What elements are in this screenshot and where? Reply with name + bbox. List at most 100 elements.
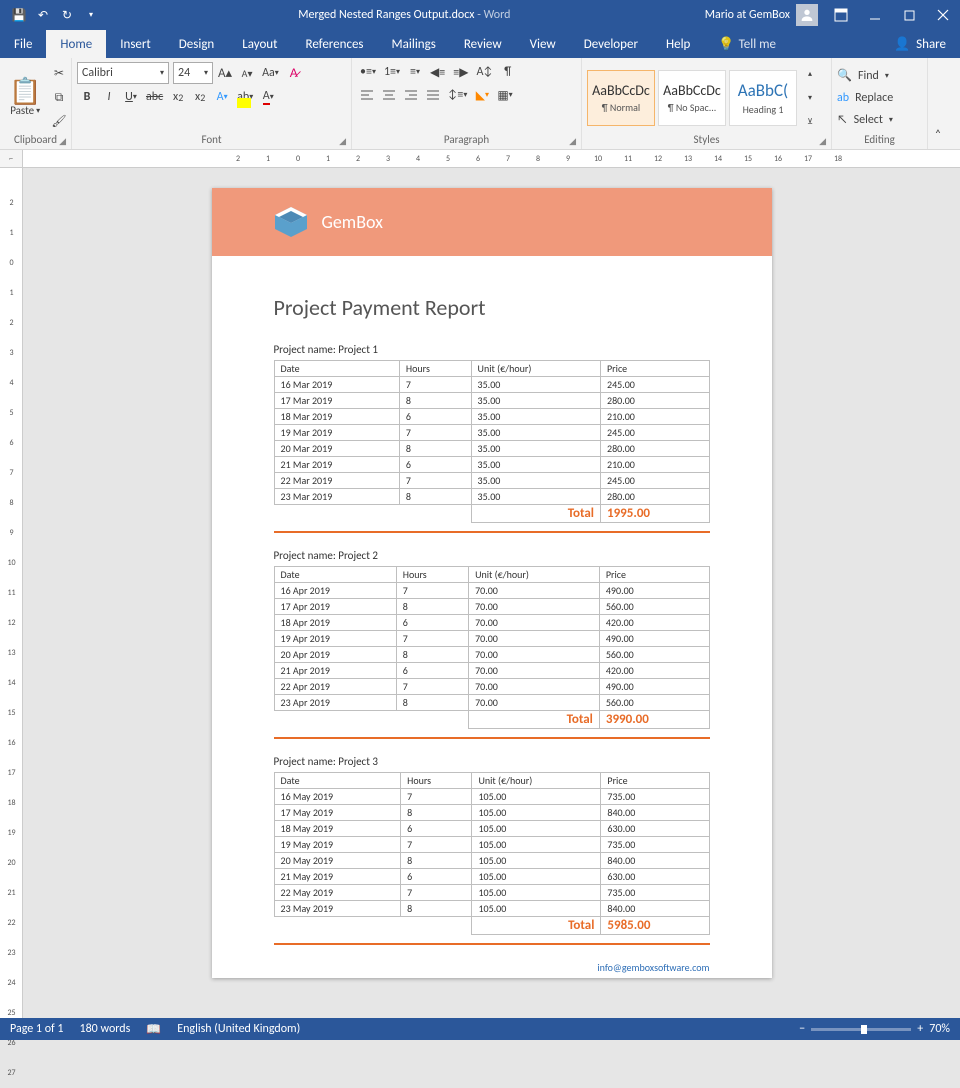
find-button[interactable]: 🔍Find▾	[837, 67, 889, 85]
decrease-indent-icon[interactable]: ◀≡	[427, 62, 448, 82]
tab-file[interactable]: File	[0, 30, 46, 58]
total-value: 1995.00	[601, 505, 710, 523]
qat-customize-icon[interactable]: ▾	[80, 4, 102, 26]
document-page[interactable]: GemBox Project Payment Report Project na…	[212, 188, 772, 978]
zoom-out-icon[interactable]: −	[799, 1022, 805, 1036]
replace-button[interactable]: abReplace	[837, 89, 893, 107]
document-area[interactable]: GemBox Project Payment Report Project na…	[23, 168, 960, 1018]
style-normal[interactable]: AaBbCcDc¶ Normal	[587, 70, 655, 126]
numbering-icon[interactable]: 1≡▾	[381, 62, 403, 82]
tab-home[interactable]: Home	[46, 30, 106, 58]
total-label: Total	[472, 917, 601, 935]
minimize-icon[interactable]	[858, 0, 892, 30]
change-case-icon[interactable]: Aa▾	[259, 63, 282, 83]
collapse-ribbon-icon[interactable]: ˄	[928, 125, 948, 145]
tab-insert[interactable]: Insert	[106, 30, 165, 58]
select-button[interactable]: ↖Select▾	[837, 111, 893, 129]
zoom-slider[interactable]	[811, 1028, 911, 1031]
user-name[interactable]: Mario at GemBox	[705, 8, 790, 22]
font-size-selector[interactable]: 24▾	[173, 62, 213, 84]
ruler-horizontal[interactable]: ⌐ 210123456789101112131415161718	[0, 150, 960, 168]
table-header: Price	[599, 567, 709, 583]
tab-view[interactable]: View	[516, 30, 570, 58]
style-nospac[interactable]: AaBbCcDc¶ No Spac...	[658, 70, 726, 126]
font-color-icon[interactable]: A▾	[258, 87, 278, 107]
bold-icon[interactable]: B	[77, 87, 97, 107]
show-marks-icon[interactable]: ¶	[498, 62, 518, 82]
multilevel-list-icon[interactable]: ≡▾	[405, 62, 425, 82]
styles-more-icon[interactable]: ⊻	[800, 112, 820, 132]
paragraph-dialog-icon[interactable]: ◢	[569, 136, 576, 147]
table-row: 21 May 20196105.00630.00	[274, 869, 709, 885]
tab-references[interactable]: References	[292, 30, 378, 58]
footer-link[interactable]: info@gemboxsoftware.com	[274, 961, 710, 974]
document-name: Merged Nested Ranges Output.docx	[298, 8, 474, 22]
maximize-icon[interactable]	[892, 0, 926, 30]
clipboard-dialog-icon[interactable]: ◢	[59, 136, 66, 147]
tab-selector-icon[interactable]: ⌐	[0, 150, 23, 167]
save-icon[interactable]: 💾	[8, 4, 30, 26]
styles-dialog-icon[interactable]: ◢	[819, 136, 826, 147]
zoom-in-icon[interactable]: +	[917, 1022, 923, 1036]
italic-icon[interactable]: I	[99, 87, 119, 107]
share-icon: 👤	[894, 37, 910, 52]
share-button[interactable]: 👤Share	[880, 37, 960, 52]
highlight-icon[interactable]: ab▾	[234, 87, 256, 107]
tab-help[interactable]: Help	[652, 30, 704, 58]
page-status[interactable]: Page 1 of 1	[10, 1022, 64, 1036]
table-row: 21 Mar 2019635.00210.00	[274, 457, 709, 473]
font-dialog-icon[interactable]: ◢	[339, 136, 346, 147]
user-avatar-icon[interactable]	[796, 4, 818, 26]
table-row: 22 May 20197105.00735.00	[274, 885, 709, 901]
spellcheck-icon[interactable]: 📖	[146, 1022, 161, 1037]
cut-icon[interactable]: ✂	[48, 64, 69, 84]
ruler-vertical[interactable]: 2101234567891011121314151617181920212223…	[0, 168, 23, 1018]
styles-up-icon[interactable]: ▴	[800, 64, 820, 84]
copy-icon[interactable]: ⧉	[48, 88, 69, 108]
find-icon: 🔍	[837, 68, 852, 83]
tell-me[interactable]: 💡Tell me	[704, 30, 790, 58]
styles-down-icon[interactable]: ▾	[800, 88, 820, 108]
format-painter-icon[interactable]: 🖌	[48, 112, 69, 132]
align-right-icon[interactable]	[401, 85, 421, 105]
justify-icon[interactable]	[423, 85, 443, 105]
align-left-icon[interactable]	[357, 85, 377, 105]
word-count[interactable]: 180 words	[80, 1022, 131, 1036]
style-heading1[interactable]: AaBbC(Heading 1	[729, 70, 797, 126]
divider	[274, 737, 710, 739]
table-row: 16 May 20197105.00735.00	[274, 789, 709, 805]
line-spacing-icon[interactable]: ↕≡▾	[445, 85, 470, 105]
shading-icon[interactable]: ◣▾	[472, 85, 492, 105]
increase-indent-icon[interactable]: ≡▶	[450, 62, 471, 82]
ribbon-display-icon[interactable]	[824, 0, 858, 30]
table-row: 19 May 20197105.00735.00	[274, 837, 709, 853]
redo-icon[interactable]: ↻	[56, 4, 78, 26]
shrink-font-icon[interactable]: A▾	[237, 63, 257, 83]
clear-formatting-icon[interactable]: A̷	[284, 63, 304, 83]
superscript-icon[interactable]: x2	[190, 87, 210, 107]
paste-button[interactable]: 📋 Paste▾	[5, 76, 45, 119]
underline-icon[interactable]: U▾	[121, 87, 141, 107]
grow-font-icon[interactable]: A▴	[215, 63, 235, 83]
close-icon[interactable]	[926, 0, 960, 30]
strikethrough-icon[interactable]: abc	[143, 87, 166, 107]
text-effects-icon[interactable]: A▾	[212, 87, 232, 107]
subscript-icon[interactable]: x2	[168, 87, 188, 107]
tab-design[interactable]: Design	[165, 30, 228, 58]
borders-icon[interactable]: ▦▾	[494, 85, 515, 105]
replace-icon: ab	[837, 91, 849, 105]
gembox-logo-icon	[272, 205, 310, 239]
tab-mailings[interactable]: Mailings	[378, 30, 450, 58]
total-label: Total	[469, 711, 600, 729]
language-status[interactable]: English (United Kingdom)	[177, 1022, 300, 1036]
font-selector[interactable]: Calibri▾	[77, 62, 169, 84]
align-center-icon[interactable]	[379, 85, 399, 105]
zoom-level[interactable]: 70%	[929, 1022, 950, 1036]
undo-icon[interactable]: ↶	[32, 4, 54, 26]
table-row: 20 May 20198105.00840.00	[274, 853, 709, 869]
tab-review[interactable]: Review	[450, 30, 516, 58]
tab-layout[interactable]: Layout	[228, 30, 291, 58]
tab-developer[interactable]: Developer	[570, 30, 652, 58]
bullets-icon[interactable]: •≡▾	[357, 62, 379, 82]
sort-icon[interactable]: A↕	[473, 62, 495, 82]
